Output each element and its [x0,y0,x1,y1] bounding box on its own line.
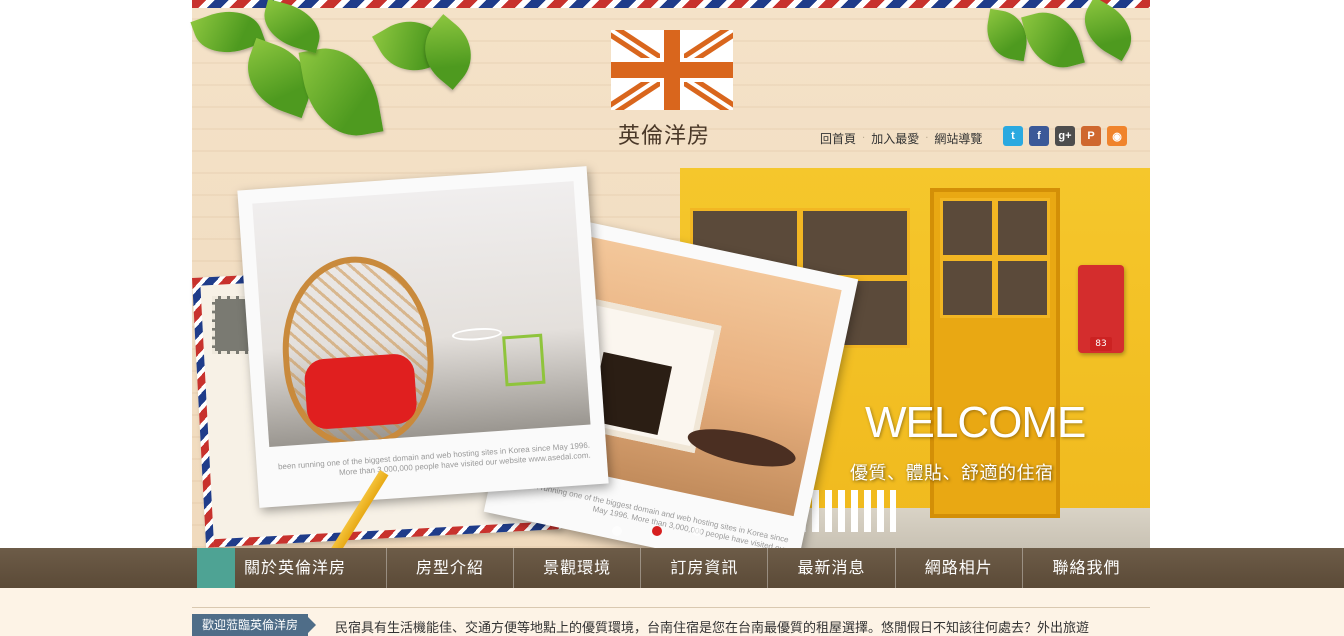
top-links: 回首頁 · 加入最愛 · 網站導覽 [820,128,982,148]
egg-chair-photo [252,181,591,447]
union-jack-logo-icon[interactable] [611,30,733,110]
nav-ribbon-marker [197,548,235,600]
sitemap-link[interactable]: 網站導覽 [934,130,982,147]
door-pane [995,258,1050,318]
white-table [451,326,503,342]
home-link[interactable]: 回首頁 [820,130,856,147]
photo-caption: been running one of the biggest domain a… [277,440,591,478]
separator: · [925,132,929,144]
wooden-table [684,421,799,474]
add-favorite-link[interactable]: 加入最愛 [871,130,919,147]
welcome-tag: 歡迎蒞臨英倫洋房 [192,614,317,636]
slider-dots [612,526,702,536]
rss-icon[interactable]: ◉ [1107,126,1127,146]
facebook-icon[interactable]: f [1029,126,1049,146]
door-pane [940,258,995,318]
red-cushion [303,352,418,431]
door-pane [940,198,995,258]
nav-contact[interactable]: 聯絡我們 [1023,548,1150,588]
logo-text[interactable]: 英倫洋房 [618,118,738,150]
slide-dot-active[interactable] [652,526,662,536]
nav-news[interactable]: 最新消息 [768,548,896,588]
mailbox-number: 83 [1090,337,1112,351]
polaroid-egg-chair: been running one of the biggest domain a… [237,166,609,508]
nav-rooms[interactable]: 房型介紹 [387,548,515,588]
slide-dot[interactable] [692,526,702,536]
twitter-icon[interactable]: t [1003,126,1023,146]
hero-tagline: 優質、體貼、舒適的住宿 [850,463,1054,484]
intro-text: 民宿具有生活機能佳、交通方便等地點上的優質環境，台南住宿是您在台南最優質的租屋選… [335,621,1090,636]
google-plus-icon[interactable]: g+ [1055,126,1075,146]
hero-headline: WELCOME [865,398,1086,447]
nav-photos[interactable]: 網路相片 [896,548,1023,588]
nav-scenery[interactable]: 景觀環境 [514,548,642,588]
nav-items: 關於英倫洋房 房型介紹 景觀環境 訂房資訊 最新消息 網路相片 聯絡我們 [192,548,1150,588]
divider [192,607,1150,608]
social-icons: t f g+ P ◉ [1003,126,1127,146]
door-pane [995,198,1050,258]
airmail-stripe [192,0,1150,8]
window-pane [800,208,910,278]
slide-dot[interactable] [612,526,622,536]
nav-booking[interactable]: 訂房資訊 [641,548,769,588]
green-chair [502,333,546,387]
page: 英倫洋房 回首頁 · 加入最愛 · 網站導覽 t f g+ P ◉ 83 WEL… [0,0,1344,636]
separator: · [862,132,866,144]
plurk-icon[interactable]: P [1081,126,1101,146]
